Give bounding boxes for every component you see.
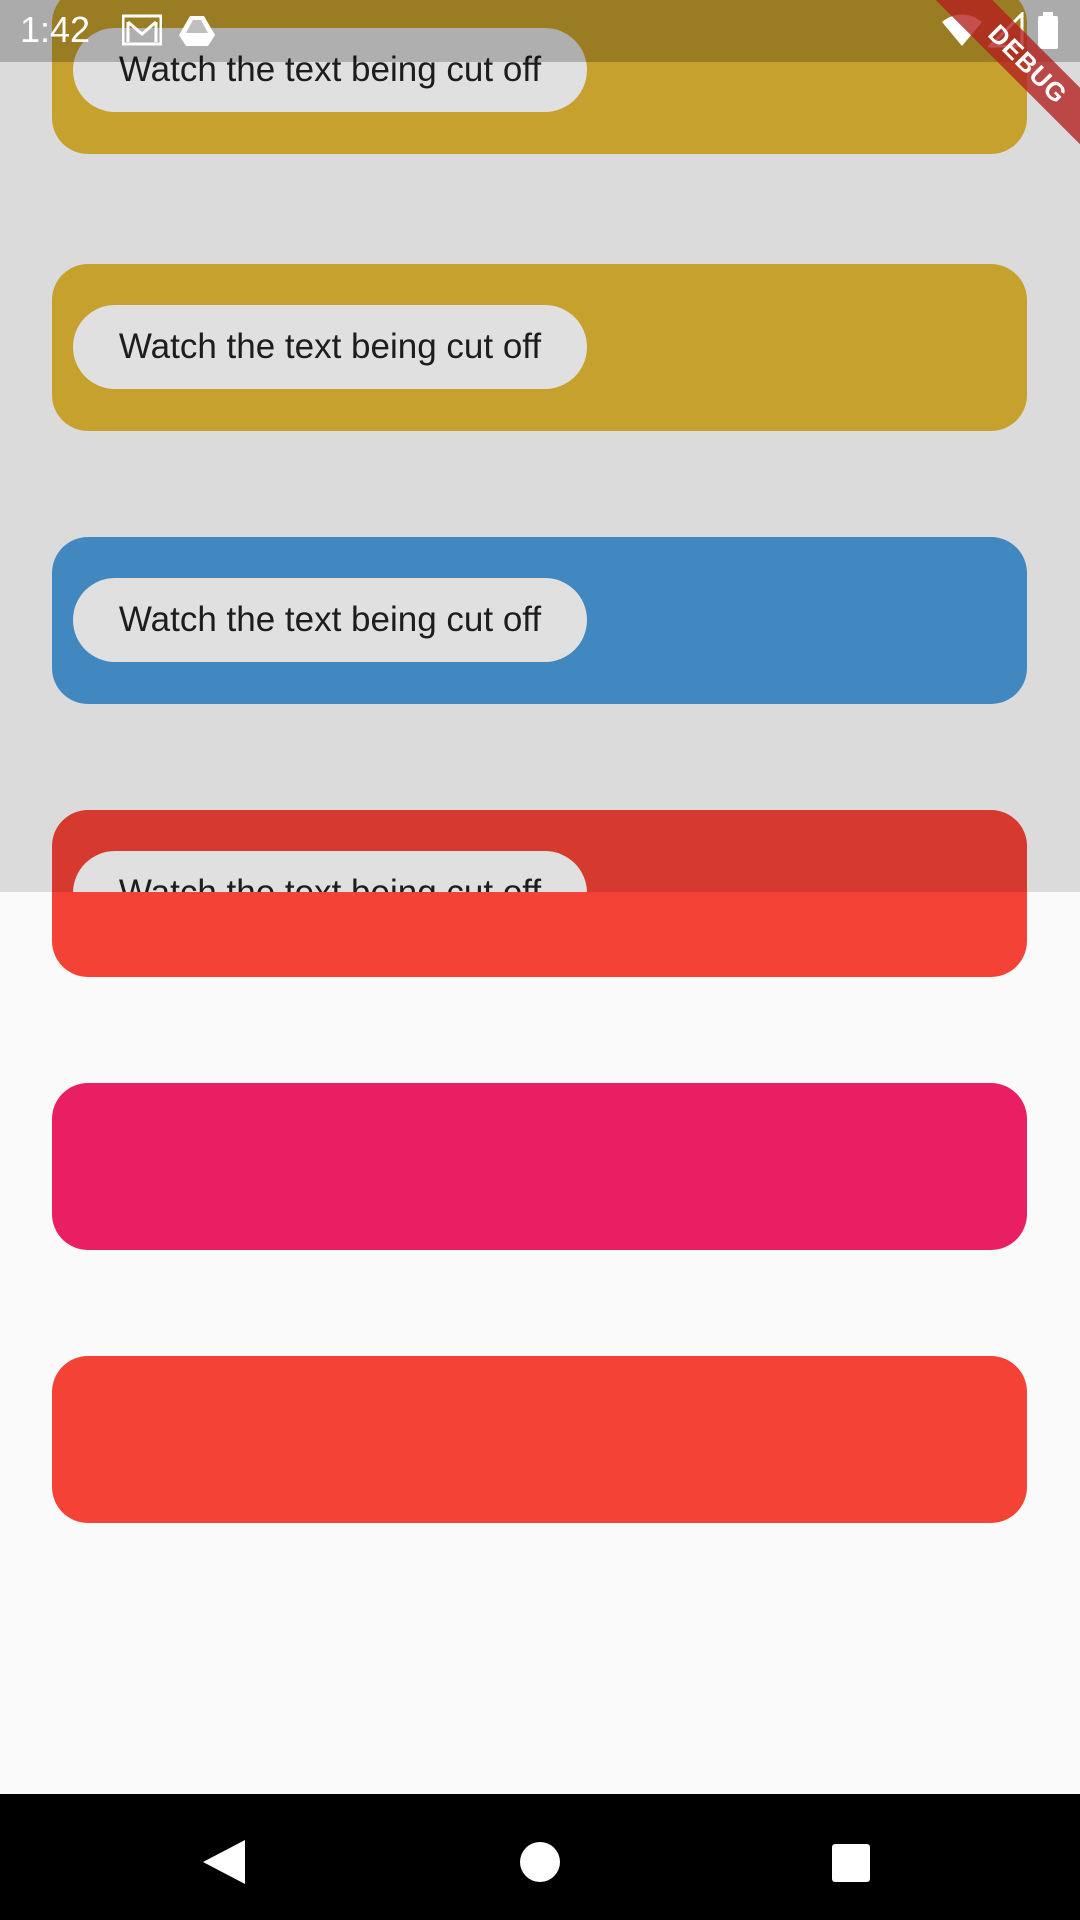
dim-overlay[interactable] xyxy=(0,0,1080,892)
app-screen: Watch the text being cut off Watch the t… xyxy=(0,0,1080,1920)
list-card[interactable] xyxy=(52,1356,1027,1523)
status-time: 1:42 xyxy=(20,9,91,50)
home-icon[interactable] xyxy=(510,1832,570,1892)
status-bar: 1:42 xyxy=(0,0,1080,62)
recents-icon[interactable] xyxy=(820,1832,880,1892)
list-card[interactable] xyxy=(52,1083,1027,1250)
debug-label: DEBUG xyxy=(936,0,1080,156)
navigation-bar xyxy=(0,1794,1080,1920)
back-icon[interactable] xyxy=(195,1832,255,1892)
gmail-icon xyxy=(122,14,162,46)
drive-icon xyxy=(179,16,215,46)
debug-banner: DEBUG xyxy=(920,0,1080,160)
